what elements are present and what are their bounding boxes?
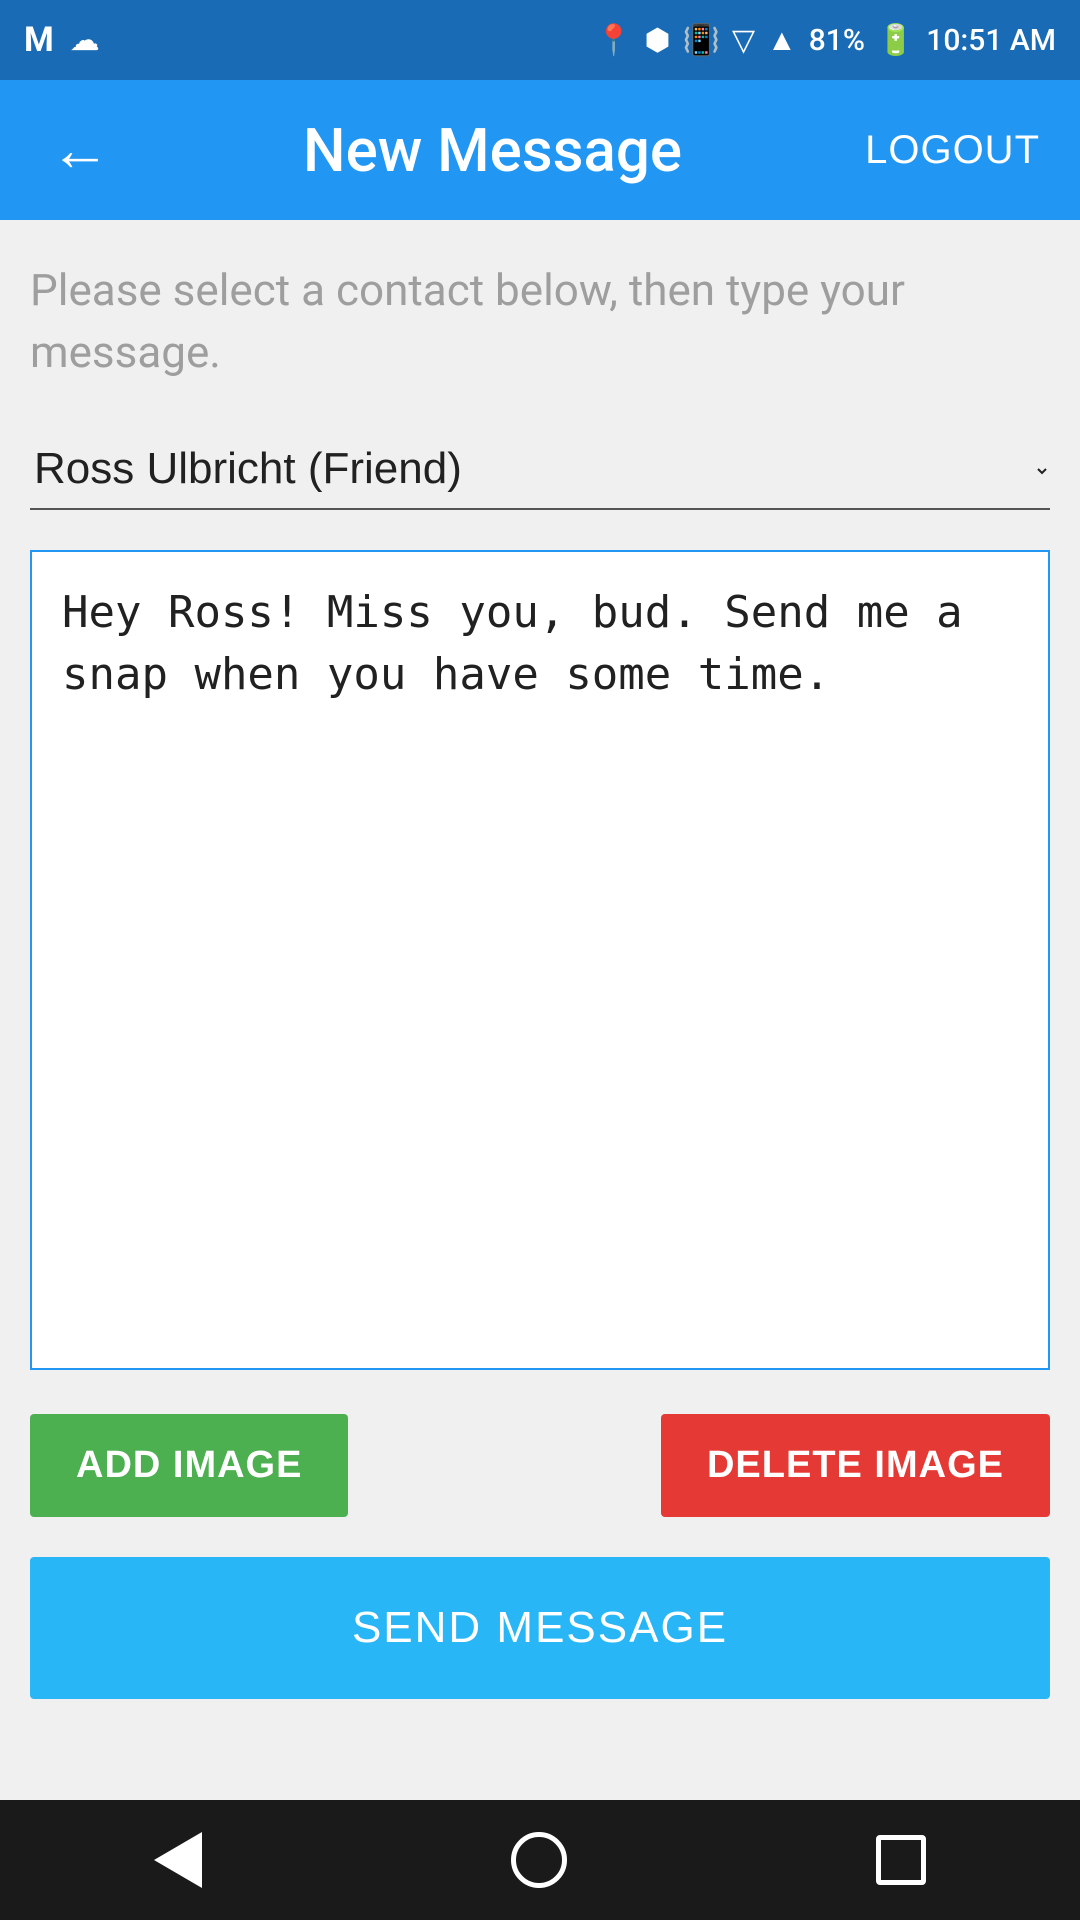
nav-back-button[interactable] — [134, 1812, 222, 1908]
delete-image-button[interactable]: DELETE IMAGE — [661, 1414, 1050, 1517]
gmail-icon: M — [24, 20, 54, 60]
battery-icon: 🔋 — [877, 23, 914, 58]
back-button[interactable]: ← — [40, 110, 120, 190]
page-title: New Message — [120, 115, 865, 186]
status-right-icons: 📍 ⬢ 📳 ▽ ▲ 81% 🔋 10:51 AM — [595, 23, 1056, 58]
battery-percentage: 81% — [809, 23, 865, 58]
instruction-text: Please select a contact below, then type… — [30, 260, 1050, 383]
cloud-icon: ☁ — [70, 23, 100, 58]
wifi-icon: ▽ — [732, 23, 755, 58]
main-content: Please select a contact below, then type… — [0, 220, 1080, 1729]
logout-button[interactable]: LOGOUT — [865, 128, 1040, 173]
back-arrow-icon: ← — [50, 116, 110, 183]
add-image-button[interactable]: ADD IMAGE — [30, 1414, 348, 1517]
nav-home-button[interactable] — [491, 1812, 587, 1908]
nav-home-icon — [511, 1832, 567, 1888]
time: 10:51 AM — [926, 23, 1056, 58]
vibrate-icon: 📳 — [683, 23, 720, 58]
bluetooth-icon: ⬢ — [644, 23, 670, 58]
signal-icon: ▲ — [767, 23, 797, 58]
contact-selector[interactable]: Ross Ulbricht (Friend) — [30, 433, 1050, 510]
location-icon: 📍 — [595, 23, 632, 58]
image-action-buttons: ADD IMAGE DELETE IMAGE — [30, 1404, 1050, 1527]
nav-bar — [0, 1800, 1080, 1920]
nav-recents-icon — [876, 1835, 926, 1885]
nav-back-icon — [154, 1832, 202, 1888]
app-bar: ← New Message LOGOUT — [0, 80, 1080, 220]
message-input[interactable] — [30, 550, 1050, 1370]
status-left-icons: M ☁ — [24, 20, 100, 60]
status-bar: M ☁ 📍 ⬢ 📳 ▽ ▲ 81% 🔋 10:51 AM — [0, 0, 1080, 80]
send-message-button[interactable]: SEND MESSAGE — [30, 1557, 1050, 1699]
nav-recents-button[interactable] — [856, 1815, 946, 1905]
